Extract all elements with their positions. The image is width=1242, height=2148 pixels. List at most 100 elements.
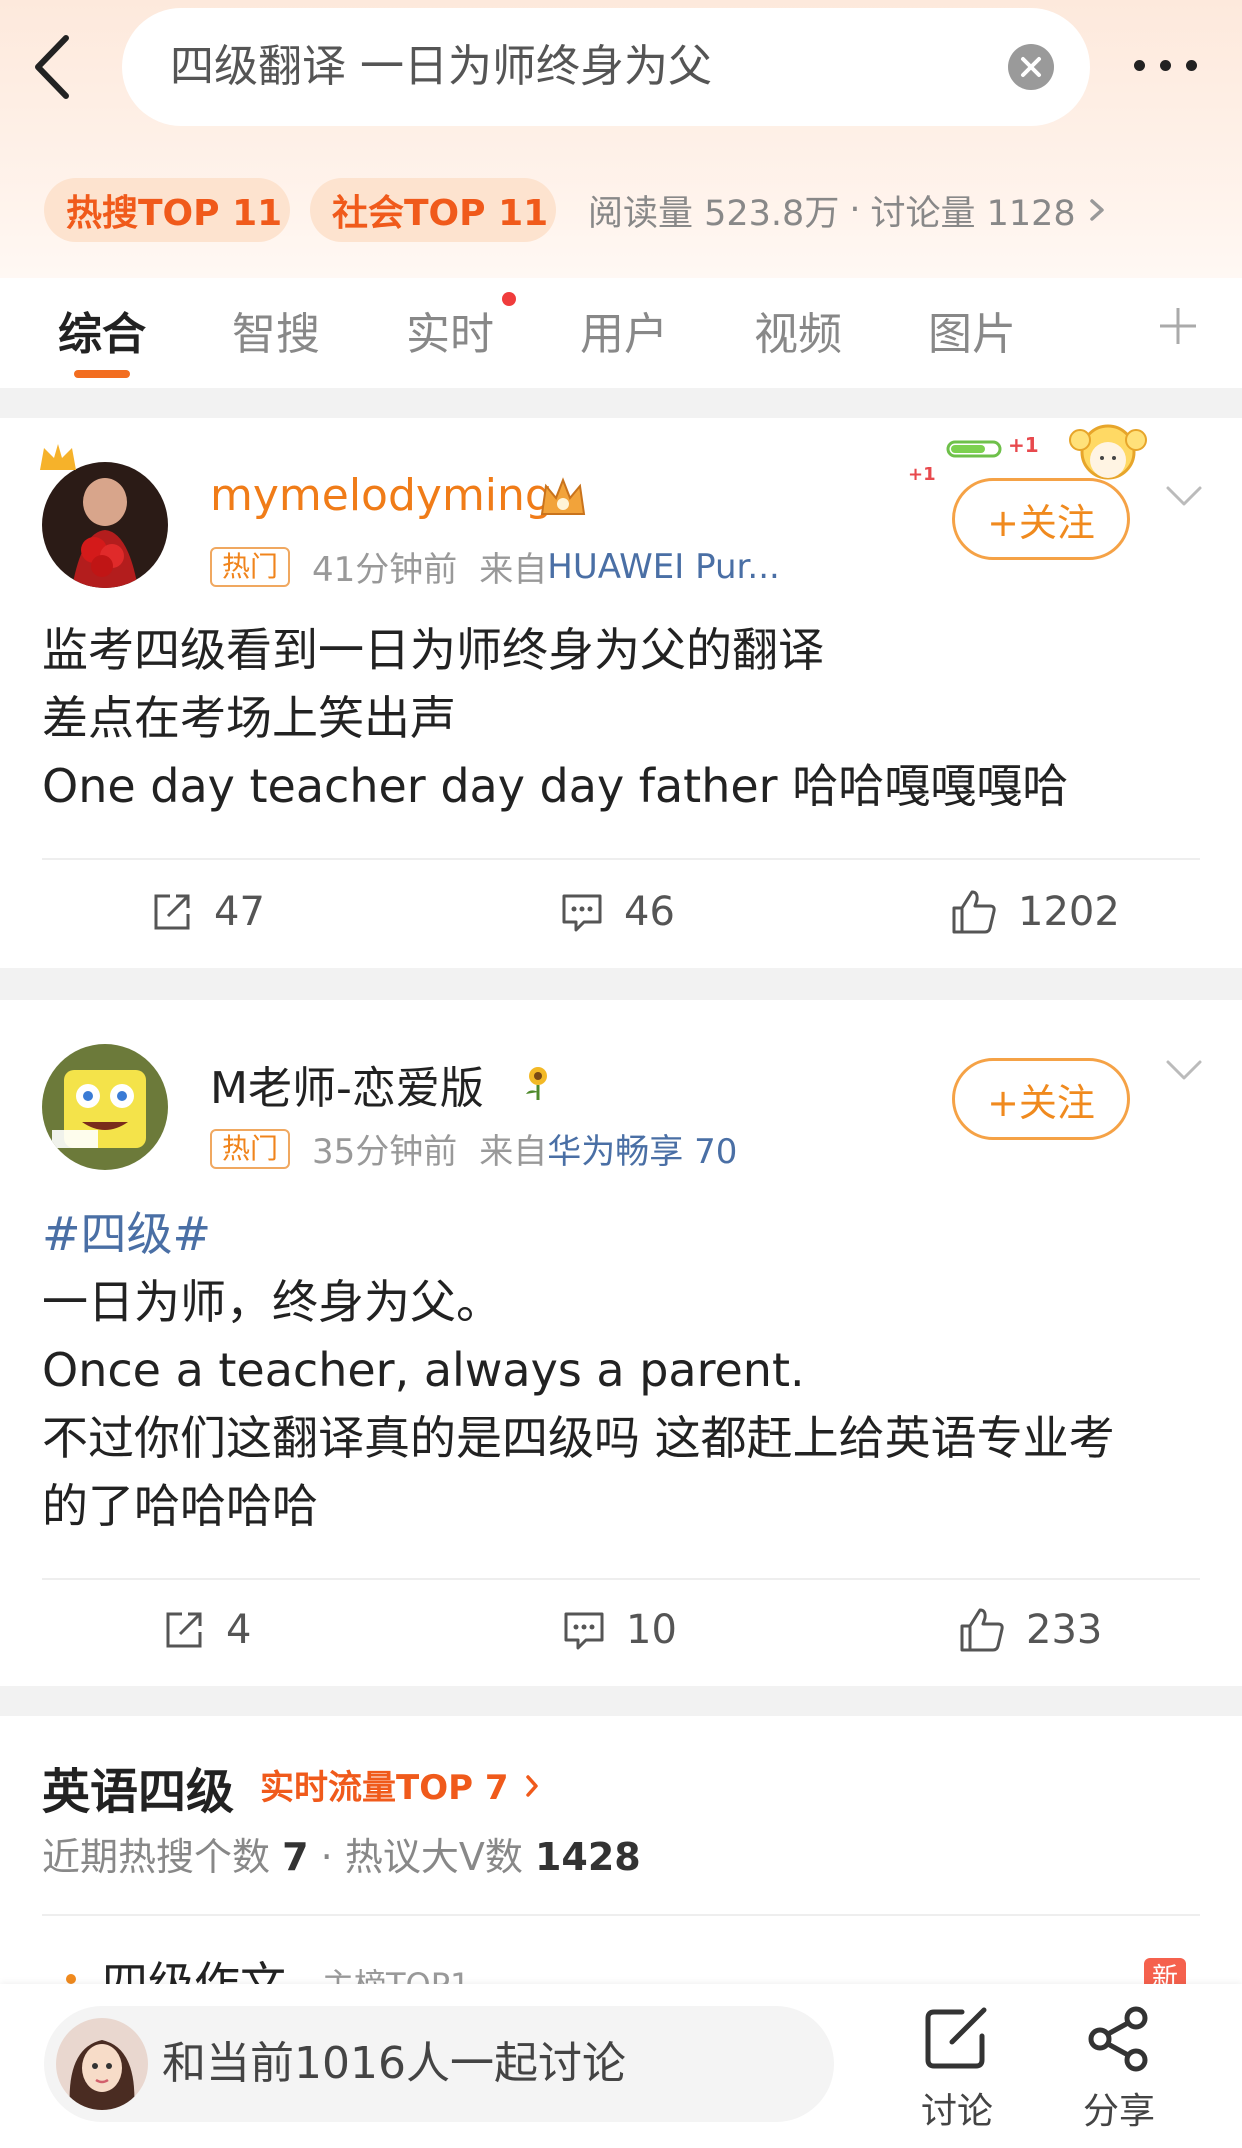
tab-realtime[interactable]: 实时 (406, 298, 494, 362)
read-discussion-stats[interactable]: 阅读量 523.8万 · 讨论量 1128 (588, 178, 1110, 242)
topic-stats-label: 近期热搜个数 (42, 1835, 271, 1879)
post-options-button[interactable] (1164, 1050, 1204, 1090)
username[interactable]: M老师-恋爱版 (210, 1052, 484, 1116)
user-avatar-image (42, 1044, 168, 1170)
avatar (56, 2018, 148, 2110)
read-count: 阅读量 523.8万 (588, 193, 840, 234)
hot-search-rank-badge[interactable]: 热搜TOP 11 (44, 178, 290, 242)
post-meta: 热门 41分钟前 来自 HUAWEI Pur... (210, 542, 780, 591)
crown-icon (40, 444, 76, 470)
post-text-line: 监考四级看到一日为师终身为父的翻译 (42, 623, 824, 677)
comment-icon (564, 1612, 604, 1650)
topic-rank-badge[interactable]: 实时流量TOP 7 (260, 1760, 540, 1809)
source-prefix: 来自 (479, 1132, 548, 1172)
back-button[interactable] (22, 28, 92, 106)
topic-item-name: 四级作文 (102, 1957, 286, 1984)
discuss-placeholder: 和当前1016人一起讨论 (162, 2038, 626, 2089)
post-text-line: Once a teacher, always a parent. (42, 1343, 805, 1397)
post-content: 监考四级看到一日为师终身为父的翻译 差点在考场上笑出声 One day teac… (42, 616, 1068, 820)
bottom-bar: 和当前1016人一起讨论 讨论 分享 (0, 1984, 1242, 2148)
repost-count: 47 (214, 889, 265, 935)
more-dot-icon (1134, 60, 1145, 71)
post-text-line: One day teacher day day father 哈哈嘎嘎嘎哈 (42, 759, 1069, 813)
more-options-button[interactable] (1130, 46, 1234, 86)
discuss-label: 讨论 (920, 2091, 993, 2132)
tab-general[interactable]: 综合 (58, 298, 146, 362)
clear-search-button[interactable] (1008, 44, 1054, 90)
discuss-button[interactable]: 讨论 (902, 2006, 1012, 2136)
follow-button[interactable]: +关注 (952, 1058, 1130, 1140)
username[interactable]: mymelodyming (210, 470, 553, 521)
topic-v-count: 1428 (534, 1835, 641, 1879)
share-button[interactable]: 分享 (1064, 2006, 1174, 2136)
post-meta: 热门 35分钟前 来自 华为畅享 70 (210, 1124, 737, 1173)
tab-users[interactable]: 用户 (580, 298, 668, 362)
chevron-down-icon (1166, 486, 1202, 506)
list-item[interactable]: 四级作文 主榜TOP1 新 (42, 1944, 1212, 1984)
more-dot-icon (1186, 60, 1197, 71)
section-gap (0, 968, 1242, 1000)
post-source[interactable]: 华为畅享 70 (547, 1124, 737, 1173)
avatar[interactable] (42, 462, 168, 588)
more-dot-icon (1160, 60, 1171, 71)
topic-stats-label: 热议大V数 (344, 1835, 523, 1879)
topic-title[interactable]: 英语四级 (42, 1752, 234, 1822)
tab-bar: 综合 智搜 实时 用户 视频 图片 (0, 278, 1242, 388)
post-card[interactable]: mymelodyming 热门 41分钟前 来自 HUAWEI Pur... +… (0, 418, 1242, 968)
divider (42, 1914, 1200, 1916)
chevron-right-icon (1089, 199, 1104, 221)
divider (42, 858, 1200, 860)
post-text-line: 差点在考场上笑出声 (42, 691, 456, 745)
society-rank-badge[interactable]: 社会TOP 11 (310, 178, 556, 242)
hashtag-link[interactable]: #四级# (42, 1200, 1115, 1268)
topic-hot-count: 7 (282, 1835, 309, 1879)
topic-stats: 近期热搜个数 7 · 热议大V数 1428 (42, 1826, 641, 1881)
post-text-line: 不过你们这翻译真的是四级吗 这都赶上给英语专业考 (42, 1411, 1115, 1465)
post-time: 41分钟前 (312, 550, 458, 590)
tab-images[interactable]: 图片 (928, 298, 1016, 362)
comment-button[interactable]: 10 (562, 1600, 677, 1660)
thumbs-up-icon (952, 890, 996, 934)
follow-button[interactable]: +关注 (952, 478, 1130, 560)
comment-button[interactable]: 46 (560, 882, 675, 942)
bullet-icon (66, 1974, 76, 1984)
svg-text:+1: +1 (1008, 433, 1039, 457)
chevron-left-icon (35, 35, 69, 99)
post-options-button[interactable] (1164, 476, 1204, 516)
share-icon (1088, 2006, 1148, 2072)
search-query-text: 四级翻译 一日为师终身为父 (170, 41, 712, 92)
source-prefix: 来自 (479, 550, 548, 590)
add-tab-button[interactable] (1156, 304, 1200, 348)
like-button[interactable]: 233 (958, 1600, 1102, 1660)
post-source[interactable]: HUAWEI Pur... (547, 547, 780, 587)
chevron-right-icon (526, 1775, 539, 1797)
topic-item-rank: 主榜TOP1 (322, 1960, 470, 1984)
close-icon (1021, 57, 1041, 77)
svg-text:+1: +1 (908, 464, 936, 485)
section-gap (0, 1686, 1242, 1716)
repost-button[interactable]: 47 (150, 882, 265, 942)
comment-icon (562, 894, 602, 932)
avatar[interactable] (42, 1044, 168, 1170)
repost-icon (166, 1612, 202, 1648)
comment-count: 10 (626, 1607, 677, 1653)
stats-separator: · (849, 190, 861, 230)
discuss-input[interactable]: 和当前1016人一起讨论 (44, 2006, 834, 2122)
like-count: 233 (1026, 1607, 1103, 1653)
tab-videos[interactable]: 视频 (754, 298, 842, 362)
repost-icon (154, 894, 190, 930)
repost-count: 4 (226, 1607, 252, 1653)
like-button[interactable]: 1202 (950, 882, 1120, 942)
new-content-dot (502, 292, 516, 306)
post-card[interactable]: M老师-恋爱版 热门 35分钟前 来自 华为畅享 70 +关注 #四级# 一日为… (0, 1000, 1242, 1686)
discussion-count: 讨论量 1128 (870, 193, 1076, 234)
post-content: #四级# 一日为师，终身为父。 Once a teacher, always a… (42, 1200, 1115, 1540)
tab-smart-search[interactable]: 智搜 (232, 298, 320, 362)
hot-tag: 热门 (210, 1128, 291, 1169)
stats-separator: · (320, 1835, 333, 1879)
chevron-down-icon (1166, 1060, 1202, 1080)
active-tab-indicator (74, 370, 130, 378)
repost-button[interactable]: 4 (162, 1600, 251, 1660)
search-input[interactable]: 四级翻译 一日为师终身为父 (122, 8, 1090, 126)
topic-rank-label: 实时流量TOP 7 (260, 1768, 509, 1808)
